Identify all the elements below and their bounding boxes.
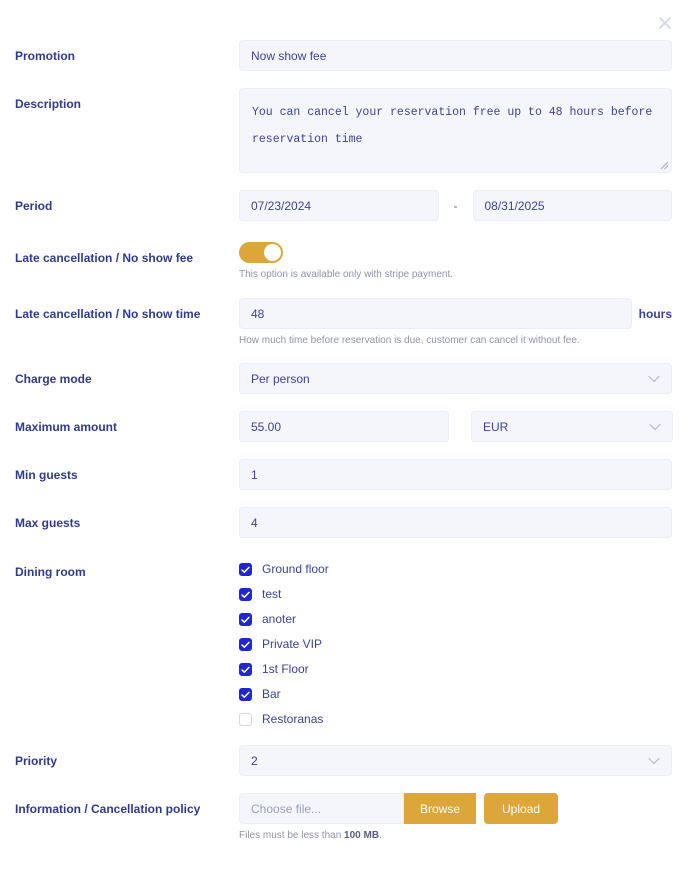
dining-room-option-label: 1st Floor [262,662,309,676]
promotion-input[interactable]: Now show fee [239,40,672,71]
form-row-no-show-time: Late cancellation / No show time 48 hour… [0,298,688,347]
promotion-form: Promotion Now show fee Description You c… [0,40,688,842]
cancellation-policy-label: Information / Cancellation policy [15,802,201,816]
min-guests-label: Min guests [15,468,78,482]
max-guests-input[interactable]: 4 [239,507,672,538]
dining-room-option[interactable]: Ground floor [239,563,672,576]
resize-grip-icon[interactable] [659,160,669,170]
no-show-time-label: Late cancellation / No show time [15,307,201,321]
dining-room-option[interactable]: test [239,588,672,601]
close-icon [659,17,671,29]
checkbox-checked-icon[interactable] [239,663,252,676]
maximum-amount-input[interactable]: 55.00 [239,411,449,442]
maximum-amount-label: Maximum amount [15,420,118,434]
currency-select[interactable]: EUR [471,411,673,442]
form-row-promotion: Promotion Now show fee [0,40,688,71]
dining-room-option-label: Ground floor [262,562,329,576]
dining-room-option-label: Restoranas [262,712,324,726]
form-row-maximum-amount: Maximum amount 55.00 EUR [0,411,688,442]
form-row-description: Description You can cancel your reservat… [0,88,688,173]
dining-room-option-label: test [262,587,282,601]
file-size-helper-prefix: Files must be less than [239,830,345,841]
form-row-cancellation-policy: Information / Cancellation policy Choose… [0,793,688,842]
dining-room-option[interactable]: Bar [239,688,672,701]
no-show-time-helper: How much time before reservation is due,… [239,335,580,346]
description-label: Description [15,97,82,111]
dining-room-option-label: Private VIP [262,637,323,651]
form-row-max-guests: Max guests 4 [0,507,688,538]
period-separator: - [453,198,458,213]
period-label: Period [15,199,53,213]
promotion-label: Promotion [15,49,75,63]
period-end-input[interactable]: 08/31/2025 [472,190,672,221]
no-show-time-input[interactable]: 48 [239,298,632,329]
file-size-limit: 100 MB [344,830,380,841]
max-guests-label: Max guests [15,516,81,530]
upload-button[interactable]: Upload [484,793,559,824]
file-size-helper: Files must be less than 100 MB. [239,829,672,842]
dining-room-checklist: Ground floor test anoter Private VIP 1st Flo… [239,556,672,726]
checkbox-checked-icon[interactable] [239,563,252,576]
checkbox-checked-icon[interactable] [239,613,252,626]
description-textarea[interactable]: You can cancel your reservation free up … [239,88,672,173]
priority-select[interactable]: 2 [239,745,672,776]
checkbox-checked-icon[interactable] [239,688,252,701]
no-show-fee-toggle[interactable] [239,242,283,263]
dining-room-option-label: anoter [262,612,297,626]
charge-mode-select[interactable]: Per person [239,363,672,394]
period-start-input[interactable]: 07/23/2024 [239,190,439,221]
dining-room-label: Dining room [15,565,86,579]
dining-room-option[interactable]: 1st Floor [239,663,672,676]
dining-room-option[interactable]: anoter [239,613,672,626]
no-show-fee-label: Late cancellation / No show fee [15,251,194,265]
file-size-helper-suffix: . [379,830,382,841]
checkbox-unchecked-icon[interactable] [239,713,252,726]
no-show-fee-helper: This option is available only with strip… [239,269,453,280]
file-name-display[interactable]: Choose file... [239,793,404,824]
form-row-charge-mode: Charge mode Per person [0,363,688,394]
dining-room-option[interactable]: Private VIP [239,638,672,651]
form-row-dining-room: Dining room Ground floor test anoter Privat… [0,556,688,726]
form-row-period: Period 07/23/2024 - 08/31/2025 [0,190,688,221]
form-row-min-guests: Min guests 1 [0,459,688,490]
description-text: You can cancel your reservation free up … [252,106,653,146]
checkbox-checked-icon[interactable] [239,638,252,651]
form-row-no-show-fee: Late cancellation / No show fee This opt… [0,242,688,281]
min-guests-input[interactable]: 1 [239,459,672,490]
checkbox-checked-icon[interactable] [239,588,252,601]
form-row-priority: Priority 2 [0,745,688,776]
charge-mode-label: Charge mode [15,372,92,386]
toggle-knob [264,244,281,261]
priority-label: Priority [15,754,58,768]
dining-room-option[interactable]: Restoranas [239,713,672,726]
no-show-time-unit: hours [638,306,672,321]
dining-room-option-label: Bar [262,687,281,701]
close-button[interactable] [654,12,676,34]
browse-button[interactable]: Browse [404,793,477,824]
